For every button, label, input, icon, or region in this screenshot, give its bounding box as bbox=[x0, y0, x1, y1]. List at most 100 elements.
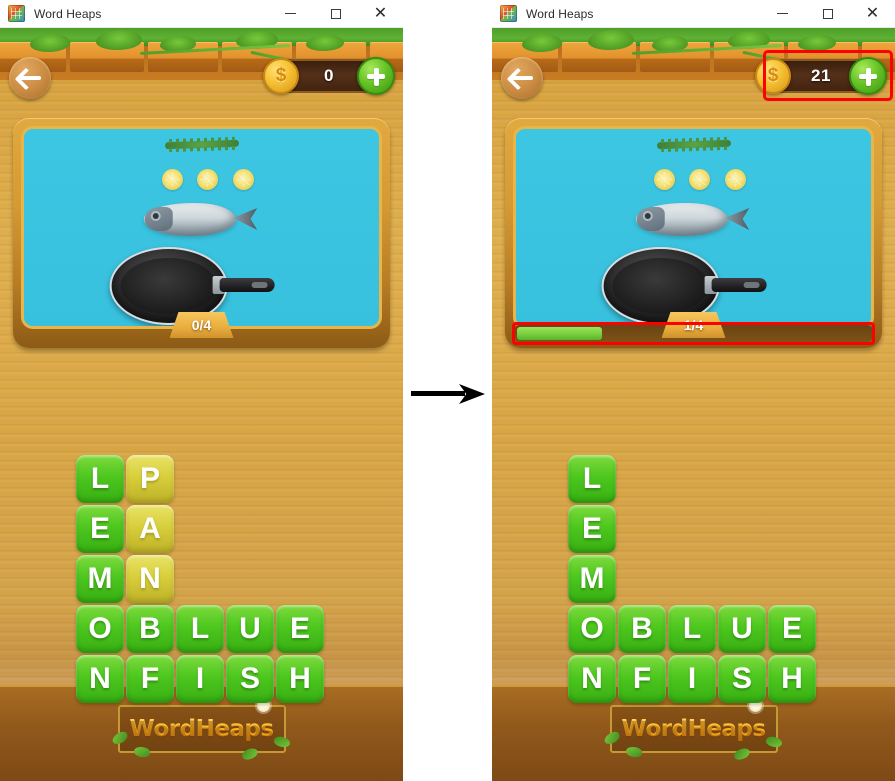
window-title: Word Heaps bbox=[34, 6, 102, 21]
title-bar-after: Word Heaps ✕ bbox=[492, 0, 895, 28]
letter-tile[interactable]: P bbox=[126, 455, 174, 503]
progress-label: 1/4 bbox=[683, 317, 704, 333]
letter-tile[interactable]: N bbox=[568, 655, 616, 703]
progress-bar-fill bbox=[517, 327, 603, 340]
letter-tile[interactable]: F bbox=[126, 655, 174, 703]
lemon-slice-icon bbox=[233, 169, 254, 190]
puzzle-photo bbox=[516, 129, 871, 326]
letter-tile[interactable]: S bbox=[226, 655, 274, 703]
game-window-after: Word Heaps ✕ $ 21 1/4 L E M O B L U E N … bbox=[492, 0, 895, 781]
back-button[interactable] bbox=[501, 57, 543, 99]
tile-row: N F I S H bbox=[75, 654, 325, 704]
letter-tile[interactable]: O bbox=[568, 605, 616, 653]
letter-tile[interactable]: B bbox=[126, 605, 174, 653]
letter-tile[interactable]: O bbox=[76, 605, 124, 653]
maximize-button[interactable] bbox=[313, 0, 358, 27]
progress-label: 0/4 bbox=[191, 317, 212, 333]
coin-counter[interactable]: $ 0 bbox=[263, 56, 395, 96]
letter-tile[interactable]: I bbox=[176, 655, 224, 703]
letter-tile[interactable]: I bbox=[668, 655, 716, 703]
herb-sprig-icon bbox=[656, 139, 731, 150]
letter-tile[interactable]: E bbox=[768, 605, 816, 653]
herb-sprig-icon bbox=[164, 139, 239, 150]
letter-tile[interactable]: E bbox=[76, 505, 124, 553]
close-icon: ✕ bbox=[373, 4, 388, 22]
logo-text: WordHeaps bbox=[621, 716, 766, 742]
coin-value: 21 bbox=[811, 66, 831, 85]
letter-tile-grid-after: L E M O B L U E N F I S H bbox=[567, 454, 817, 704]
lemon-slice-icon bbox=[689, 169, 710, 190]
game-canvas-before: $ 0 0/4 L P E A M N O B L U E N F I S H … bbox=[0, 28, 403, 781]
minimize-button[interactable] bbox=[268, 0, 313, 27]
coin-icon: $ bbox=[263, 58, 299, 94]
app-tiles-icon bbox=[8, 5, 25, 22]
title-bar-before: Word Heaps ✕ bbox=[0, 0, 403, 28]
tile-row: O B L U E bbox=[75, 604, 325, 654]
letter-tile[interactable]: N bbox=[76, 655, 124, 703]
window-controls: ✕ bbox=[268, 0, 403, 27]
letter-tile[interactable]: L bbox=[76, 455, 124, 503]
tile-row: L P bbox=[75, 454, 325, 504]
lemon-slice-icon bbox=[725, 169, 746, 190]
letter-tile[interactable]: M bbox=[76, 555, 124, 603]
letter-tile[interactable]: L bbox=[568, 455, 616, 503]
letter-tile[interactable]: A bbox=[126, 505, 174, 553]
tile-row: E A bbox=[75, 504, 325, 554]
game-window-before: Word Heaps ✕ $ 0 0/4 L P E A M N O B L U… bbox=[0, 0, 403, 781]
letter-tile[interactable]: N bbox=[126, 555, 174, 603]
fish-image bbox=[635, 201, 750, 237]
letter-tile[interactable]: E bbox=[568, 505, 616, 553]
transition-divider bbox=[403, 0, 492, 781]
puzzle-image-frame: 0/4 bbox=[13, 118, 390, 348]
puzzle-image-frame: 1/4 bbox=[505, 118, 882, 348]
tile-row: E bbox=[567, 504, 817, 554]
letter-tile[interactable]: E bbox=[276, 605, 324, 653]
letter-tile[interactable]: S bbox=[718, 655, 766, 703]
letter-tile[interactable]: H bbox=[768, 655, 816, 703]
game-canvas-after: $ 21 1/4 L E M O B L U E N F I S H WordH… bbox=[492, 28, 895, 781]
game-logo: WordHeaps bbox=[602, 699, 783, 761]
lemon-slice-icon bbox=[197, 169, 218, 190]
letter-tile[interactable]: B bbox=[618, 605, 666, 653]
window-title: Word Heaps bbox=[526, 6, 594, 21]
coin-icon: $ bbox=[755, 58, 791, 94]
tile-row: L bbox=[567, 454, 817, 504]
letter-tile[interactable]: L bbox=[668, 605, 716, 653]
puzzle-photo bbox=[24, 129, 379, 326]
close-button[interactable]: ✕ bbox=[850, 0, 895, 27]
letter-tile[interactable]: H bbox=[276, 655, 324, 703]
right-arrow-icon bbox=[411, 384, 485, 404]
back-arrow-icon bbox=[511, 76, 533, 80]
close-icon: ✕ bbox=[865, 4, 880, 22]
add-coins-button[interactable] bbox=[357, 57, 395, 95]
fish-image bbox=[143, 201, 258, 237]
letter-tile-grid-before: L P E A M N O B L U E N F I S H bbox=[75, 454, 325, 704]
tile-row: M bbox=[567, 554, 817, 604]
progress-badge: 1/4 bbox=[661, 312, 726, 338]
coin-value: 0 bbox=[324, 66, 334, 85]
letter-tile[interactable]: L bbox=[176, 605, 224, 653]
minimize-button[interactable] bbox=[760, 0, 805, 27]
game-logo: WordHeaps bbox=[110, 699, 291, 761]
lemon-slice-icon bbox=[654, 169, 675, 190]
puzzle-image: 1/4 bbox=[513, 126, 874, 338]
tile-row: N F I S H bbox=[567, 654, 817, 704]
close-button[interactable]: ✕ bbox=[358, 0, 403, 27]
logo-text: WordHeaps bbox=[129, 716, 274, 742]
letter-tile[interactable]: U bbox=[226, 605, 274, 653]
lemon-slice-icon bbox=[162, 169, 183, 190]
letter-tile[interactable]: M bbox=[568, 555, 616, 603]
maximize-button[interactable] bbox=[805, 0, 850, 27]
comparison-stage: Word Heaps ✕ $ 0 0/4 L P E A M N O B L U… bbox=[0, 0, 895, 781]
letter-tile[interactable]: U bbox=[718, 605, 766, 653]
tile-row: M N bbox=[75, 554, 325, 604]
progress-badge: 0/4 bbox=[169, 312, 234, 338]
letter-tile[interactable]: F bbox=[618, 655, 666, 703]
app-tiles-icon bbox=[500, 5, 517, 22]
coin-counter[interactable]: $ 21 bbox=[755, 56, 887, 96]
back-button[interactable] bbox=[9, 57, 51, 99]
window-controls: ✕ bbox=[760, 0, 895, 27]
add-coins-button[interactable] bbox=[849, 57, 887, 95]
back-arrow-icon bbox=[19, 76, 41, 80]
tile-row: O B L U E bbox=[567, 604, 817, 654]
